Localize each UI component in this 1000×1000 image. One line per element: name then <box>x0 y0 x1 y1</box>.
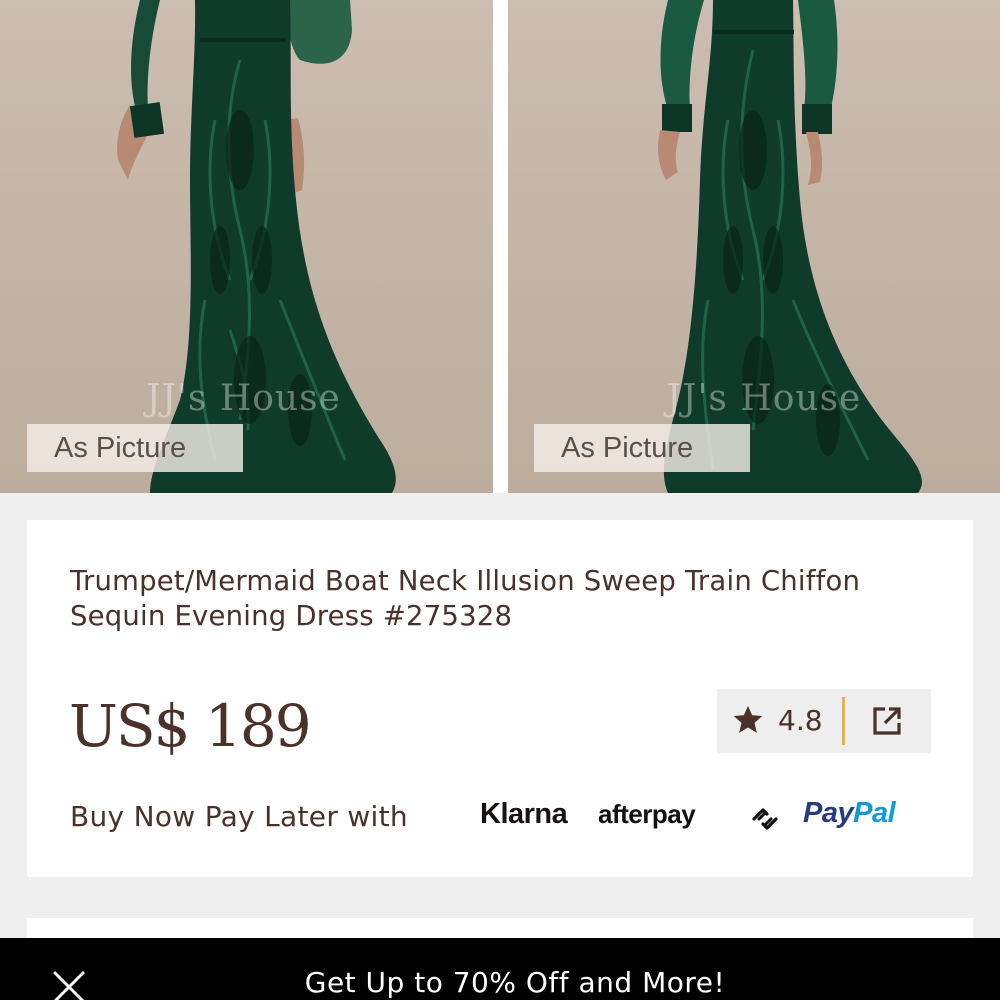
klarna-logo[interactable]: Klarna <box>480 798 568 831</box>
product-image-2[interactable]: JJ's House As Picture <box>508 0 1000 493</box>
product-sku: #275328 <box>382 600 513 632</box>
paypal-pay-text: Pay <box>803 797 854 829</box>
rating-share-box: 4.8 <box>717 689 931 753</box>
product-info-card: Trumpet/Mermaid Boat Neck Illusion Sweep… <box>27 520 973 877</box>
product-price: US$ 189 <box>69 692 312 760</box>
product-gallery: JJ's House As Picture JJ's House As Pict… <box>0 0 1000 493</box>
color-tag-as-picture[interactable]: As Picture <box>534 424 750 472</box>
bnpl-label: Buy Now Pay Later with <box>70 800 408 833</box>
product-title: Trumpet/Mermaid Boat Neck Illusion Sweep… <box>70 564 940 634</box>
watermark: JJ's House <box>666 378 862 419</box>
color-tag-as-picture[interactable]: As Picture <box>27 424 243 472</box>
rating-value[interactable]: 4.8 <box>778 703 823 739</box>
paypal-pal-text: Pal <box>853 797 896 829</box>
watermark: JJ's House <box>146 378 341 419</box>
afterpay-arrows-icon <box>752 808 778 830</box>
product-image-1[interactable]: JJ's House As Picture <box>0 0 493 493</box>
star-icon <box>733 705 763 733</box>
divider <box>842 697 845 745</box>
afterpay-logo[interactable]: afterpay <box>598 799 696 830</box>
dress-illustration-1 <box>0 0 493 493</box>
dress-illustration-2 <box>508 0 1000 493</box>
share-icon[interactable] <box>871 705 903 737</box>
paypal-logo[interactable]: PayPal <box>803 797 896 830</box>
promo-banner[interactable]: Get Up to 70% Off and More! <box>0 938 1000 1000</box>
promo-text[interactable]: Get Up to 70% Off and More! <box>0 966 1000 999</box>
buy-now-pay-later-row[interactable]: Buy Now Pay Later with Klarna afterpay P… <box>70 796 950 840</box>
